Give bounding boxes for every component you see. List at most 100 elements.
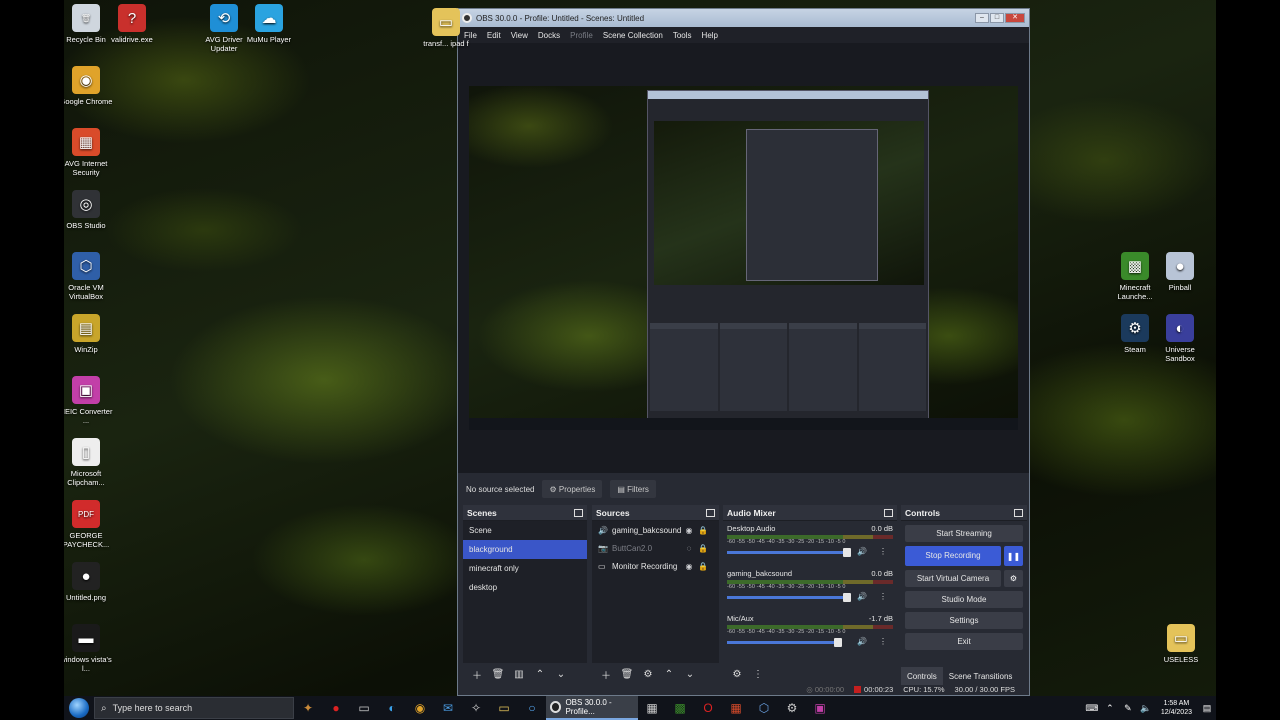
- eye-off-icon[interactable]: ◌: [682, 544, 696, 553]
- add-source-button[interactable]: ＋: [598, 666, 614, 682]
- app-icon[interactable]: ✧: [462, 696, 490, 720]
- file-explorer-icon[interactable]: ▭: [490, 696, 518, 720]
- desktop-icon[interactable]: ▣ HEIC Converter ...: [64, 376, 116, 425]
- steam-icon[interactable]: ⚙: [778, 696, 806, 720]
- scene-item[interactable]: blackground: [463, 540, 587, 559]
- slider-handle[interactable]: [843, 548, 851, 557]
- source-item[interactable]: 🔊 gaming_bakcsound ◉ 🔒: [592, 521, 719, 539]
- remove-scene-button[interactable]: 🗑: [490, 666, 506, 682]
- desktop-icon[interactable]: ⬡ Oracle VM VirtualBox: [64, 252, 116, 301]
- remove-source-button[interactable]: 🗑: [619, 666, 635, 682]
- add-scene-button[interactable]: ＋: [469, 666, 485, 682]
- pen-icon[interactable]: ✎: [1119, 703, 1137, 714]
- menu-scene-collection[interactable]: Scene Collection: [603, 31, 663, 40]
- menu-edit[interactable]: Edit: [487, 31, 501, 40]
- desktop-icon[interactable]: ▤ WinZip: [64, 314, 116, 354]
- desktop-icon[interactable]: ● Untitled.png: [64, 562, 116, 602]
- scene-item[interactable]: desktop: [463, 578, 587, 597]
- scene-item[interactable]: minecraft only: [463, 559, 587, 578]
- desktop-icon[interactable]: ▭ transf... ipad f: [416, 8, 476, 48]
- undock-icon[interactable]: [574, 508, 583, 517]
- store-icon[interactable]: ▦: [638, 696, 666, 720]
- gingerbread-icon[interactable]: ✦: [294, 696, 322, 720]
- slider-handle[interactable]: [834, 638, 842, 647]
- desktop-icon[interactable]: ◉ Google Chrome: [64, 66, 116, 106]
- obs-taskbar-button[interactable]: OBS 30.0.0 - Profile...: [546, 696, 638, 720]
- opera-icon[interactable]: O: [694, 696, 722, 720]
- start-virtual-camera-button[interactable]: Start Virtual Camera: [905, 570, 1001, 587]
- volume-slider[interactable]: [727, 548, 851, 557]
- speaker-icon[interactable]: 🔊: [857, 637, 867, 646]
- menu-docks[interactable]: Docks: [538, 31, 560, 40]
- channel-menu-icon[interactable]: ⋮: [879, 637, 887, 646]
- desktop-icon[interactable]: ◎ OBS Studio: [64, 190, 116, 230]
- menu-tools[interactable]: Tools: [673, 31, 692, 40]
- lock-icon[interactable]: 🔒: [696, 562, 710, 571]
- filters-button[interactable]: ▤ Filters: [610, 480, 656, 498]
- obs-window[interactable]: OBS 30.0.0 - Profile: Untitled - Scenes:…: [457, 8, 1030, 696]
- start-button[interactable]: [64, 696, 94, 720]
- minecraft-icon[interactable]: ▩: [666, 696, 694, 720]
- desktop-icon[interactable]: ☁ MuMu Player: [239, 4, 299, 44]
- move-down-button[interactable]: ⌄: [553, 666, 569, 682]
- undock-icon[interactable]: [884, 508, 893, 517]
- edge-icon[interactable]: ◐: [378, 696, 406, 720]
- close-button[interactable]: ✕: [1005, 13, 1025, 23]
- eye-icon[interactable]: ◉: [682, 562, 696, 571]
- source-properties-button[interactable]: ⚙: [640, 666, 656, 682]
- keyboard-icon[interactable]: ⌨: [1083, 703, 1101, 714]
- record-button-icon[interactable]: ●: [322, 696, 350, 720]
- slider-handle[interactable]: [843, 593, 851, 602]
- volume-slider[interactable]: [727, 638, 842, 647]
- show-hidden-icons[interactable]: ⌃: [1101, 703, 1119, 714]
- desktop-icon[interactable]: ◐ Universe Sandbox: [1150, 314, 1210, 363]
- preview-canvas[interactable]: [469, 86, 1018, 430]
- channel-menu-icon[interactable]: ⋮: [879, 592, 887, 601]
- source-item[interactable]: 📷 ButtCan2.0 ◌ 🔒: [592, 539, 719, 557]
- move-up-button[interactable]: ⌃: [532, 666, 548, 682]
- scene-item[interactable]: Scene: [463, 521, 587, 540]
- volume-icon[interactable]: 🔈: [1137, 703, 1155, 714]
- pause-recording-button[interactable]: ❚❚: [1004, 546, 1023, 566]
- volume-slider[interactable]: [727, 593, 851, 602]
- virtual-camera-settings-icon[interactable]: ⚙: [1004, 570, 1023, 587]
- clock[interactable]: 1:58 AM 12/4/2023: [1155, 699, 1198, 717]
- speaker-icon[interactable]: 🔊: [857, 547, 867, 556]
- stop-recording-button[interactable]: Stop Recording: [905, 546, 1001, 566]
- scene-filters-button[interactable]: ▥: [511, 666, 527, 682]
- heic-icon[interactable]: ▣: [806, 696, 834, 720]
- desktop-icon[interactable]: PDF GEORGE PAYCHECK...: [64, 500, 116, 549]
- eye-icon[interactable]: ◉: [682, 526, 696, 535]
- chrome-icon[interactable]: ◉: [406, 696, 434, 720]
- desktop-icon[interactable]: ▭ USELESS: [1151, 624, 1211, 664]
- settings-button[interactable]: Settings: [905, 612, 1023, 629]
- desktop-icon[interactable]: ● Pinball: [1150, 252, 1210, 292]
- move-up-button[interactable]: ⌃: [661, 666, 677, 682]
- undock-icon[interactable]: [706, 508, 715, 517]
- minimize-button[interactable]: –: [975, 13, 989, 23]
- notifications-icon[interactable]: ▤: [1198, 703, 1216, 714]
- mail-icon[interactable]: ✉: [434, 696, 462, 720]
- taskbar-search[interactable]: ⌕ Type here to search: [94, 697, 294, 719]
- lock-icon[interactable]: 🔒: [696, 526, 710, 535]
- exit-button[interactable]: Exit: [905, 633, 1023, 650]
- cortana-icon[interactable]: ○: [518, 696, 546, 720]
- maximize-button[interactable]: □: [990, 13, 1004, 23]
- advanced-audio-button[interactable]: ⚙: [729, 666, 745, 682]
- task-view-icon[interactable]: ▭: [350, 696, 378, 720]
- desktop-icon[interactable]: ▯ Microsoft Clipcham...: [64, 438, 116, 487]
- source-item[interactable]: ▭ Monitor Recording ◉ 🔒: [592, 557, 719, 575]
- desktop-icon[interactable]: ? validrive.exe: [102, 4, 162, 44]
- avg-icon[interactable]: ▦: [722, 696, 750, 720]
- desktop-icon[interactable]: ▦ AVG Internet Security: [64, 128, 116, 177]
- properties-button[interactable]: ⚙ Properties: [542, 480, 603, 498]
- menu-profile[interactable]: Profile: [570, 31, 593, 40]
- menu-help[interactable]: Help: [702, 31, 718, 40]
- desktop-icon[interactable]: ▬ windows vista's l...: [64, 624, 116, 673]
- menu-view[interactable]: View: [511, 31, 528, 40]
- virtualbox-icon[interactable]: ⬡: [750, 696, 778, 720]
- window-titlebar[interactable]: OBS 30.0.0 - Profile: Untitled - Scenes:…: [458, 9, 1029, 27]
- lock-icon[interactable]: 🔒: [696, 544, 710, 553]
- undock-icon[interactable]: [1014, 508, 1023, 517]
- speaker-icon[interactable]: 🔊: [857, 592, 867, 601]
